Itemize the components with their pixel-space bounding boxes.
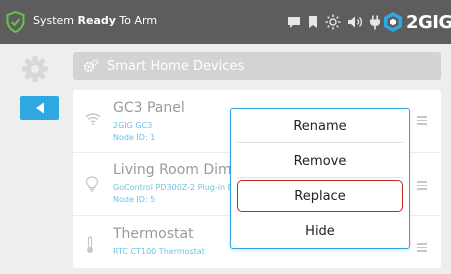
device-name: GC3 Panel: [113, 100, 185, 116]
brand-logo: 2GIG: [382, 10, 451, 34]
menu-item-hide[interactable]: Hide: [237, 215, 403, 247]
device-model: RTC CT100 Thermostat: [113, 247, 205, 256]
status-suffix: To Arm: [115, 14, 158, 27]
device-model: 2GIG GC3: [113, 121, 153, 130]
brand-name: 2GIG: [406, 11, 451, 33]
section-header: Smart Home Devices: [73, 52, 441, 80]
menu-item-replace[interactable]: Replace: [237, 180, 403, 212]
device-name: Thermostat: [113, 226, 194, 242]
status-icons: [287, 13, 381, 31]
back-button[interactable]: [20, 96, 59, 120]
drag-handle-icon[interactable]: [417, 243, 427, 252]
context-menu: Rename Remove Replace Hide: [230, 108, 410, 249]
drag-handle-icon[interactable]: [417, 116, 427, 125]
menu-item-rename[interactable]: Rename: [237, 111, 403, 143]
message-icon[interactable]: [287, 16, 301, 29]
gear-icon[interactable]: [21, 55, 49, 83]
system-status-text[interactable]: System Ready To Arm: [33, 14, 157, 27]
thermometer-icon: [87, 236, 93, 253]
brightness-icon[interactable]: [325, 14, 341, 30]
wifi-icon: [85, 113, 101, 126]
section-title: Smart Home Devices: [107, 58, 245, 74]
device-node-id: Node ID: 5: [113, 195, 156, 204]
status-prefix: System: [33, 14, 78, 27]
smart-home-gear-icon: [83, 59, 99, 73]
status-bar: System Ready To Arm 2GIG: [0, 0, 451, 44]
power-plug-icon[interactable]: [369, 15, 381, 30]
logo-mark-icon: [384, 12, 402, 32]
device-node-id: Node ID: 1: [113, 133, 156, 142]
back-arrow-icon: [35, 102, 44, 114]
shield-check-icon[interactable]: [6, 11, 25, 33]
bulb-icon: [85, 176, 99, 192]
volume-icon[interactable]: [347, 15, 363, 29]
bookmark-icon[interactable]: [307, 15, 319, 29]
drag-handle-icon[interactable]: [417, 181, 427, 190]
menu-item-remove[interactable]: Remove: [237, 146, 403, 178]
status-state: Ready: [77, 14, 116, 27]
